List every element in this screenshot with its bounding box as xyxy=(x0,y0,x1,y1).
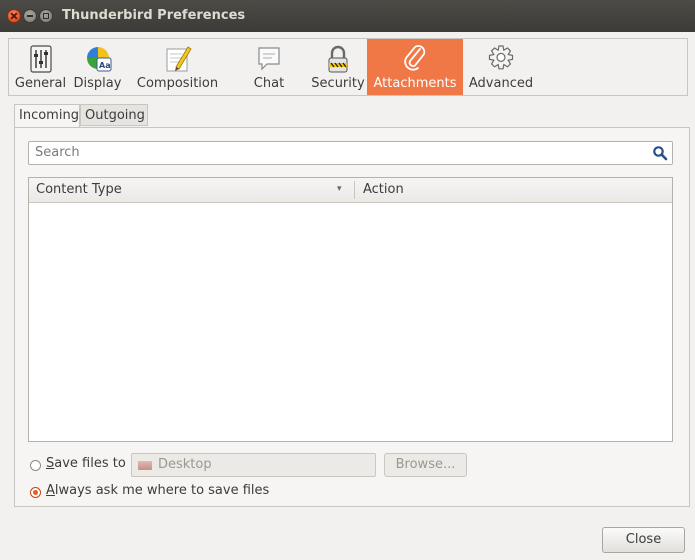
incoming-panel: Search Content Type ▾ Action Save files … xyxy=(14,127,690,507)
sort-chevron-down-icon: ▾ xyxy=(337,184,342,194)
paperclip-icon xyxy=(399,43,431,75)
window-close-button[interactable] xyxy=(7,9,21,23)
svg-text:Aa: Aa xyxy=(99,61,111,70)
column-content-type[interactable]: Content Type xyxy=(36,182,122,197)
save-files-to-radio[interactable] xyxy=(30,460,41,471)
tab-incoming[interactable]: Incoming xyxy=(14,104,80,128)
preferences-toolbar: General Aa Display Composition Chat Secu… xyxy=(8,38,688,96)
gear-icon xyxy=(485,43,517,75)
pencil-paper-icon xyxy=(162,43,194,75)
browse-button[interactable]: Browse... xyxy=(384,453,467,477)
toolbar-attachments-label: Attachments xyxy=(373,76,457,91)
column-action[interactable]: Action xyxy=(363,182,404,197)
toolbar-advanced-label: Advanced xyxy=(468,76,534,91)
toolbar-security-label: Security xyxy=(311,76,365,91)
always-ask-mnemonic: A xyxy=(46,483,55,498)
download-directory-field: Desktop xyxy=(131,453,376,477)
folder-icon xyxy=(138,461,152,470)
palette-icon: Aa xyxy=(82,43,114,75)
always-ask-radio[interactable] xyxy=(30,487,41,498)
search-input[interactable]: Search xyxy=(28,141,673,165)
tab-outgoing[interactable]: Outgoing xyxy=(80,104,148,126)
toolbar-display[interactable]: Aa Display xyxy=(69,39,126,95)
search-icon[interactable] xyxy=(652,145,668,161)
always-ask-label[interactable]: Always ask me where to save files xyxy=(46,483,269,498)
toolbar-advanced[interactable]: Advanced xyxy=(464,39,538,95)
toolbar-composition-label: Composition xyxy=(136,76,219,91)
download-directory-text: Desktop xyxy=(158,457,212,472)
content-type-table[interactable]: Content Type ▾ Action xyxy=(28,177,673,442)
toolbar-security[interactable]: Security xyxy=(309,39,367,95)
window-minimize-button[interactable] xyxy=(23,9,37,23)
search-placeholder: Search xyxy=(35,145,80,160)
close-button[interactable]: Close xyxy=(602,527,685,553)
toolbar-general-label: General xyxy=(14,76,67,91)
toolbar-general[interactable]: General xyxy=(12,39,69,95)
toolbar-chat-label: Chat xyxy=(253,76,285,91)
always-ask-text: lways ask me where to save files xyxy=(54,483,270,498)
padlock-icon xyxy=(322,43,354,75)
toolbar-composition[interactable]: Composition xyxy=(126,39,229,95)
toolbar-display-label: Display xyxy=(73,76,122,91)
save-files-to-label[interactable]: Save files to xyxy=(46,456,126,471)
save-files-to-text: ave files to xyxy=(54,456,126,471)
toolbar-attachments[interactable]: Attachments xyxy=(367,39,463,95)
window-title: Thunderbird Preferences xyxy=(62,8,246,23)
chat-bubble-icon xyxy=(253,43,285,75)
table-header: Content Type ▾ Action xyxy=(29,178,672,203)
sliders-icon xyxy=(25,43,57,75)
title-bar: Thunderbird Preferences xyxy=(0,0,695,32)
toolbar-chat[interactable]: Chat xyxy=(229,39,309,95)
window-maximize-button[interactable] xyxy=(39,9,53,23)
column-divider xyxy=(354,181,355,199)
